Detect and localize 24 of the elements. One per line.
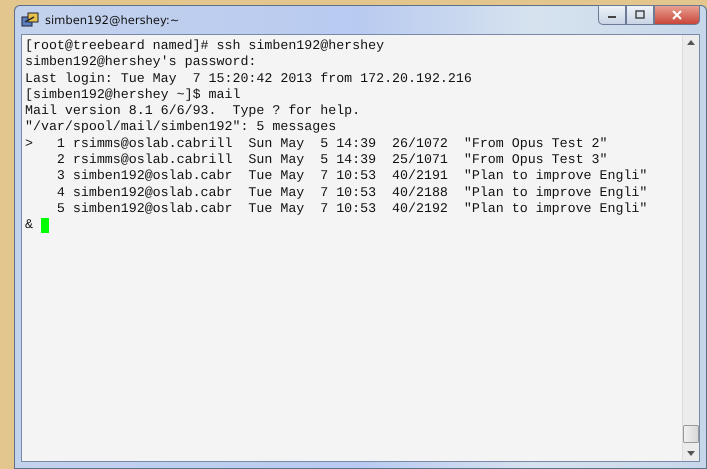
terminal-app-icon <box>21 11 39 29</box>
maximize-icon <box>635 10 645 20</box>
terminal-line: 4 simben192@oslab.cabr Tue May 7 10:53 40/2188 "Plan to improve Engli" <box>56 184 648 201</box>
close-icon <box>671 10 683 20</box>
terminal-line: 2 rsimms@oslab.cabrill Sun May 5 14:39 25/1071 "From Opus Test 3" <box>56 152 608 168</box>
scrollbar[interactable] <box>682 35 699 461</box>
scroll-up-icon[interactable] <box>687 40 695 45</box>
maximize-button[interactable] <box>626 5 654 25</box>
window-title: simben192@hershey:~ <box>45 13 180 27</box>
cursor <box>40 218 49 233</box>
terminal-line: 5 simben192@oslab.cabr Tue May 7 10:53 40/2192 "Plan to improve Engli" <box>56 200 648 218</box>
close-button[interactable] <box>654 5 700 25</box>
terminal-prompt: & <box>25 217 33 234</box>
terminal-line: Mail version 8.1 6/6/93. Type ? for help. <box>25 103 360 120</box>
terminal-line: [simben192@hershey ~]$ mail <box>25 86 240 104</box>
scroll-down-icon[interactable] <box>687 451 695 456</box>
terminal-line: > 1 rsimms@oslab.cabrill Sun May 5 14:39 26/1072 "From Opus Test 2" <box>25 136 608 152</box>
terminal-line: simben192@hershey's password: <box>25 54 256 71</box>
terminal-line: Last login: Tue May 7 15:20:42 2013 from 172.20.192.216 <box>25 70 472 87</box>
terminal-line: "/var/spool/mail/simben192": 5 messages <box>25 119 336 136</box>
scrollbar-thumb[interactable] <box>683 425 699 443</box>
terminal-line: 3 simben192@oslab.cabr Tue May 7 10:53 40/2191 "Plan to improve Engli" <box>56 168 648 185</box>
minimize-button[interactable] <box>598 5 626 25</box>
terminal-line: [root@treebeard named]# ssh simben192@hershey <box>25 38 384 54</box>
